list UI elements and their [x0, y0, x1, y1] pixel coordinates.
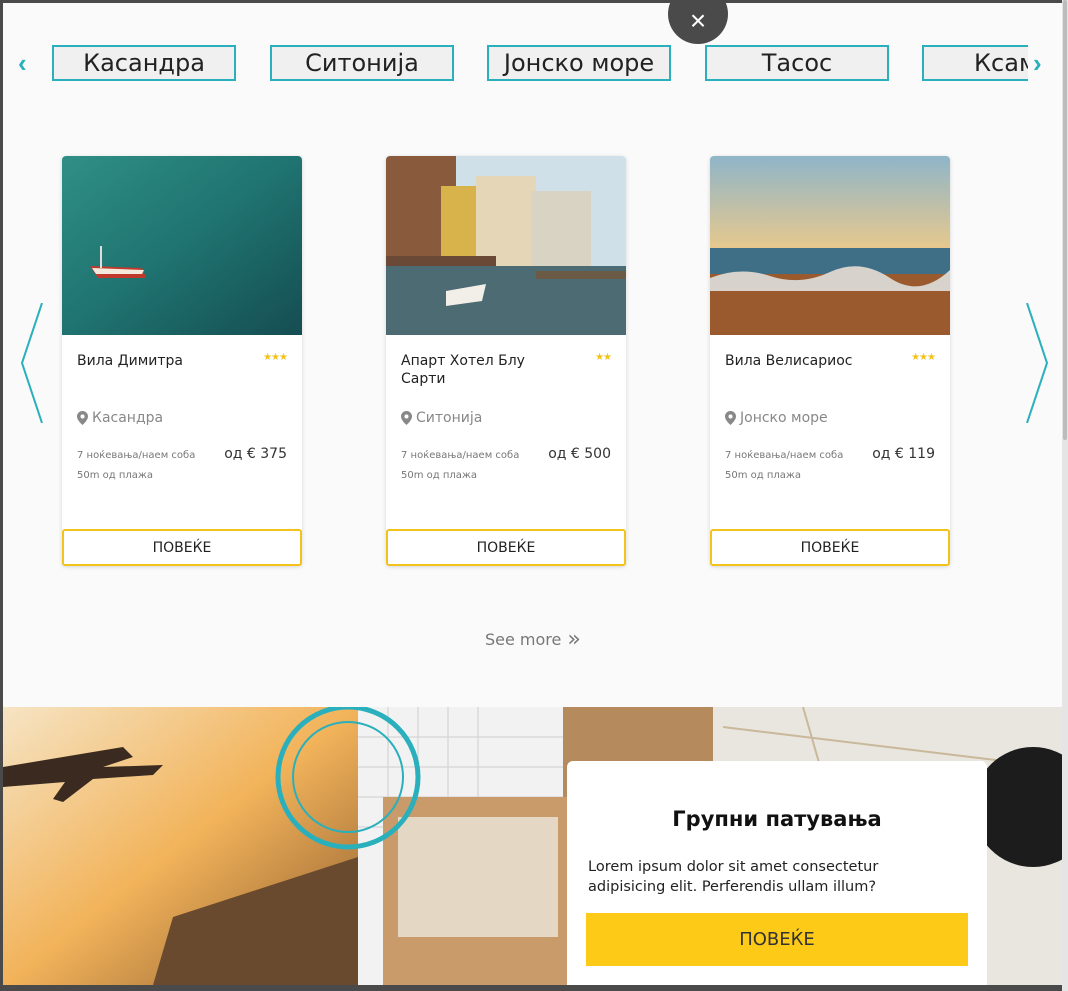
sea-boat-photo[interactable]	[62, 156, 302, 335]
promo-card: Групни патувања Lorem ipsum dolor sit am…	[567, 761, 987, 985]
star-rating: ★★★	[911, 352, 936, 363]
tab-ksamil[interactable]: Ксамил	[922, 45, 1028, 81]
map-pin-icon	[77, 411, 88, 425]
star-rating: ★★	[595, 352, 612, 363]
more-button[interactable]: ПОВЕЌЕ	[386, 529, 626, 566]
hotel-card: Апарт Хотел Блу Сарти ★★ Ситонија 7 ноќе…	[386, 156, 626, 566]
location-label: Јонско море	[740, 410, 828, 426]
tabs-next-arrow[interactable]: ›	[1033, 50, 1053, 76]
hotel-name: Вила Велисариос	[725, 353, 853, 369]
hotel-price: од € 375	[224, 446, 287, 462]
tab-jonsko-more[interactable]: Јонско море	[487, 45, 671, 81]
hotel-info: 7 ноќевања/наем соба 50m од плажа	[77, 446, 207, 486]
hotel-info: 7 ноќевања/наем соба 50m од плажа	[401, 446, 531, 486]
hotel-card: Вила Димитра ★★★ Касандра 7 ноќевања/нае…	[62, 156, 302, 566]
promo-text: Lorem ipsum dolor sit amet consectetur a…	[588, 859, 879, 895]
carousel-next-arrow[interactable]	[1021, 303, 1051, 423]
scrollbar-thumb[interactable]	[1063, 0, 1067, 440]
star-rating: ★★★	[263, 352, 288, 363]
hotel-location: Ситонија	[401, 410, 482, 426]
tab-tasos[interactable]: Тасос	[705, 45, 889, 81]
beach-distance: 50m од плажа	[725, 470, 802, 481]
stay-info: 7 ноќевања/наем соба	[77, 450, 196, 461]
stay-info: 7 ноќевања/наем соба	[401, 450, 520, 461]
beach-distance: 50m од плажа	[401, 470, 478, 481]
modal-content: ‹ Касандра Ситонија Јонско море Тасос Кс…	[3, 3, 1063, 985]
map-pin-icon	[401, 411, 412, 425]
location-label: Ситонија	[416, 410, 483, 426]
tab-sitonija[interactable]: Ситонија	[270, 45, 454, 81]
promo-more-button[interactable]: ПОВЕЌЕ	[586, 913, 968, 966]
double-chevron-right-icon: »	[567, 627, 581, 652]
tab-kasandra[interactable]: Касандра	[52, 45, 236, 81]
beach-distance: 50m од плажа	[77, 470, 154, 481]
more-button[interactable]: ПОВЕЌЕ	[710, 529, 950, 566]
close-icon: ×	[689, 5, 707, 36]
tabs-prev-arrow[interactable]: ‹	[18, 50, 38, 76]
group-travel-banner: Групни патувања Lorem ipsum dolor sit am…	[3, 707, 1063, 985]
see-more-link[interactable]: See more »	[485, 627, 581, 652]
hotel-price: од € 500	[548, 446, 611, 462]
region-tabs: Касандра Ситонија Јонско море Тасос Ксам…	[52, 41, 1028, 87]
hotel-name: Вила Димитра	[77, 353, 183, 369]
hotel-location: Јонско море	[725, 410, 828, 426]
coast-sunset-photo[interactable]	[710, 156, 950, 335]
promo-title: Групни патувања	[672, 807, 882, 831]
see-more-label: See more	[485, 630, 562, 649]
canal-town-photo[interactable]	[386, 156, 626, 335]
stay-info: 7 ноќевања/наем соба	[725, 450, 844, 461]
hotel-info: 7 ноќевања/наем соба 50m од плажа	[725, 446, 855, 486]
carousel-prev-arrow[interactable]	[18, 303, 48, 423]
hotel-card: Вила Велисариос ★★★ Јонско море 7 ноќева…	[710, 156, 950, 566]
map-pin-icon	[725, 411, 736, 425]
location-label: Касандра	[92, 410, 164, 426]
more-button[interactable]: ПОВЕЌЕ	[62, 529, 302, 566]
hotel-location: Касандра	[77, 410, 163, 426]
hotel-name: Апарт Хотел Блу Сарти	[401, 353, 525, 387]
hotel-price: од € 119	[872, 446, 935, 462]
